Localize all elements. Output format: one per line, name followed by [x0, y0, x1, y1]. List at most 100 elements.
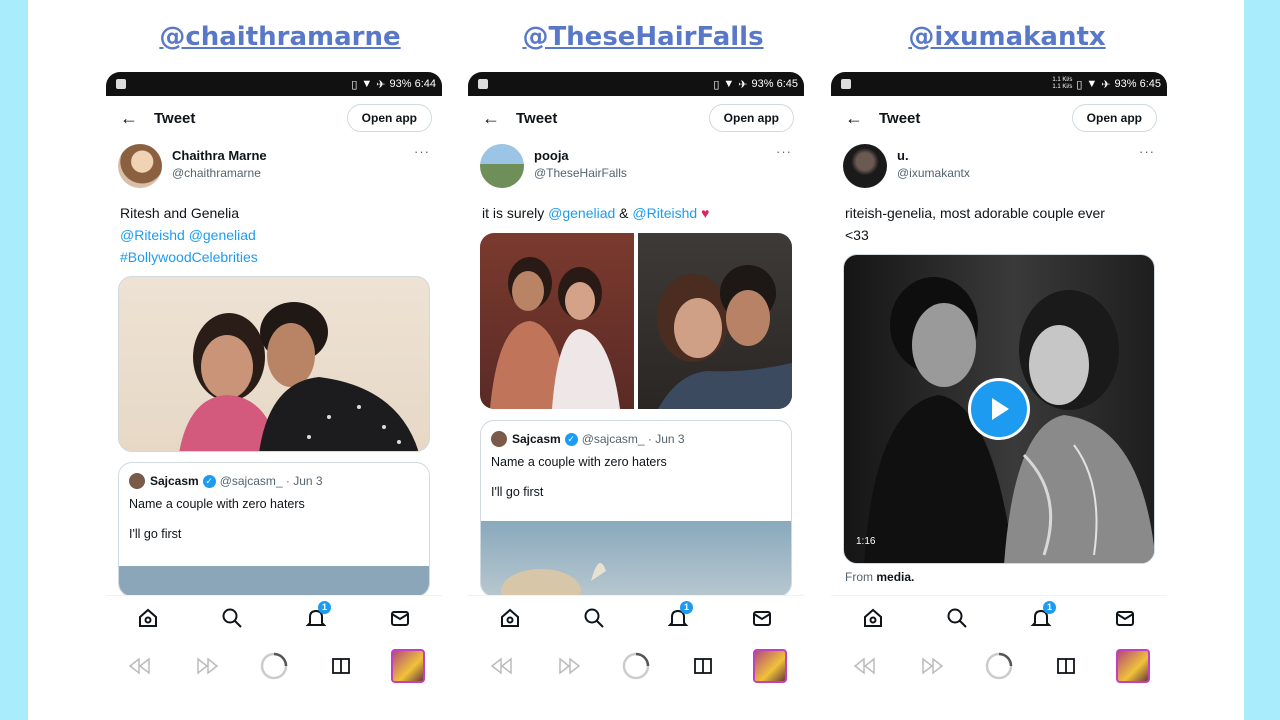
display-name[interactable]: Chaithra Marne [172, 148, 414, 163]
bottom-tab-bar: 1 [106, 595, 442, 639]
airplane-icon: ✈ [1101, 78, 1111, 91]
tweet-photo-right[interactable] [638, 233, 792, 409]
tweet-video[interactable]: 1:16 [843, 254, 1155, 564]
home-icon[interactable] [133, 603, 163, 633]
quote-text-line: I'll go first [129, 527, 182, 541]
quote-image [481, 521, 791, 596]
verified-badge-icon: ✓ [564, 432, 578, 446]
from-source-link[interactable]: media. [876, 570, 914, 584]
status-bar: ▯ ▼ ✈ 93% 6:44 [106, 72, 442, 96]
status-bar: ▯ ▼ ✈ 93% 6:45 [468, 72, 804, 96]
quoted-tweet[interactable]: Sajcasm ✓ @sajcasm_ · Jun 3 Name a coupl… [118, 462, 430, 597]
open-app-button[interactable]: Open app [346, 104, 432, 132]
notification-badge: 1 [318, 600, 331, 614]
home-icon[interactable] [858, 603, 888, 633]
bell-icon[interactable]: 1 [301, 600, 331, 633]
header-handle-3: @ixumakantx [908, 22, 1106, 52]
network-speed: 1.1 Ki/s 1.1 Ki/s [1052, 77, 1073, 90]
video-source-attribution: From media. [845, 570, 914, 584]
more-options-icon[interactable]: ··· [414, 144, 430, 159]
browser-nav-bar [468, 639, 804, 692]
open-app-button[interactable]: Open app [1071, 104, 1157, 132]
avatar[interactable] [480, 144, 524, 188]
loading-circle-icon[interactable] [619, 649, 653, 683]
couple-photo-image [490, 257, 620, 409]
quote-author-name: Sajcasm [512, 432, 561, 446]
vibrate-icon: ▯ [351, 78, 358, 91]
mention-link[interactable]: @geneliad [548, 205, 615, 221]
search-icon[interactable] [579, 603, 609, 633]
back-arrow-icon[interactable]: ← [845, 108, 879, 129]
back-arrow-icon[interactable]: ← [482, 108, 516, 129]
battery-status: 93% 6:44 [389, 78, 436, 90]
tweet-photo-left[interactable] [480, 233, 634, 409]
notification-badge: 1 [680, 600, 693, 614]
mention-link[interactable]: @Riteishd [632, 205, 697, 221]
bell-icon[interactable]: 1 [663, 600, 693, 633]
quote-image [119, 566, 429, 596]
forward-icon[interactable] [190, 649, 224, 683]
quoted-tweet[interactable]: Sajcasm ✓ @sajcasm_ · Jun 3 Name a coupl… [480, 420, 792, 597]
username[interactable]: @chaithramarne [172, 166, 414, 180]
wifi-icon: ▼ [723, 78, 735, 90]
couple-photo-image [657, 265, 792, 409]
profile-avatar[interactable] [391, 648, 426, 683]
browser-nav-bar [106, 639, 442, 692]
wifi-icon: ▼ [1086, 78, 1098, 90]
phone-screen-3: 1.1 Ki/s 1.1 Ki/s ▯ ▼ ✈ 93% 6:45 ← Tweet … [831, 72, 1167, 692]
username[interactable]: @TheseHairFalls [534, 166, 776, 180]
play-button-icon[interactable] [968, 378, 1030, 440]
verified-badge-icon: ✓ [202, 474, 216, 488]
open-app-button[interactable]: Open app [708, 104, 794, 132]
quote-meta: @sajcasm_ · Jun 3 [581, 432, 685, 446]
more-options-icon[interactable]: ··· [1139, 144, 1155, 159]
search-icon[interactable] [942, 603, 972, 633]
avatar[interactable] [843, 144, 887, 188]
mention-link[interactable]: @Riteishd [120, 227, 185, 243]
page-title: Tweet [516, 109, 558, 127]
book-icon[interactable] [686, 649, 720, 683]
quote-meta: @sajcasm_ · Jun 3 [219, 474, 323, 488]
profile-avatar[interactable] [1116, 648, 1151, 683]
from-label: From [845, 570, 873, 584]
more-options-icon[interactable]: ··· [776, 144, 792, 159]
bottom-tab-bar: 1 [831, 595, 1167, 639]
avatar[interactable] [118, 144, 162, 188]
display-name[interactable]: pooja [534, 148, 776, 163]
page-title: Tweet [154, 109, 196, 127]
forward-icon[interactable] [915, 649, 949, 683]
phone-screen-2: ▯ ▼ ✈ 93% 6:45 ← Tweet Open app pooja @T… [468, 72, 804, 692]
bell-icon[interactable]: 1 [1026, 600, 1056, 633]
mail-icon[interactable] [385, 603, 415, 633]
quote-text-line: Name a couple with zero haters [129, 497, 305, 511]
search-icon[interactable] [217, 603, 247, 633]
rewind-icon[interactable] [485, 649, 519, 683]
top-bar: ← Tweet Open app [831, 96, 1167, 140]
book-icon[interactable] [1049, 649, 1083, 683]
loading-circle-icon[interactable] [257, 649, 291, 683]
rewind-icon[interactable] [848, 649, 882, 683]
book-icon[interactable] [324, 649, 358, 683]
back-arrow-icon[interactable]: ← [120, 108, 154, 129]
forward-icon[interactable] [552, 649, 586, 683]
tweet-photo[interactable] [118, 276, 430, 452]
quote-text-line: Name a couple with zero haters [491, 455, 667, 469]
heart-emoji-icon: ♥ [701, 205, 710, 221]
home-icon[interactable] [495, 603, 525, 633]
tweet-text-line: <33 [845, 227, 869, 243]
display-name[interactable]: u. [897, 148, 1139, 163]
rewind-icon[interactable] [123, 649, 157, 683]
mail-icon[interactable] [747, 603, 777, 633]
tweet-text: Ritesh and Genelia @Riteishd @geneliad #… [106, 190, 442, 268]
username[interactable]: @ixumakantx [897, 166, 1139, 180]
tweet-author: Chaithra Marne @chaithramarne ··· [106, 140, 442, 190]
hashtag-link[interactable]: #BollywoodCelebrities [120, 249, 258, 265]
bottom-tab-bar: 1 [468, 595, 804, 639]
profile-avatar[interactable] [753, 648, 788, 683]
quote-text-line: I'll go first [491, 485, 544, 499]
ampersand-text: & [619, 205, 629, 221]
mention-link[interactable]: @geneliad [189, 227, 256, 243]
loading-circle-icon[interactable] [982, 649, 1016, 683]
tweet-text-line: riteish-genelia, most adorable couple ev… [845, 205, 1105, 221]
mail-icon[interactable] [1110, 603, 1140, 633]
